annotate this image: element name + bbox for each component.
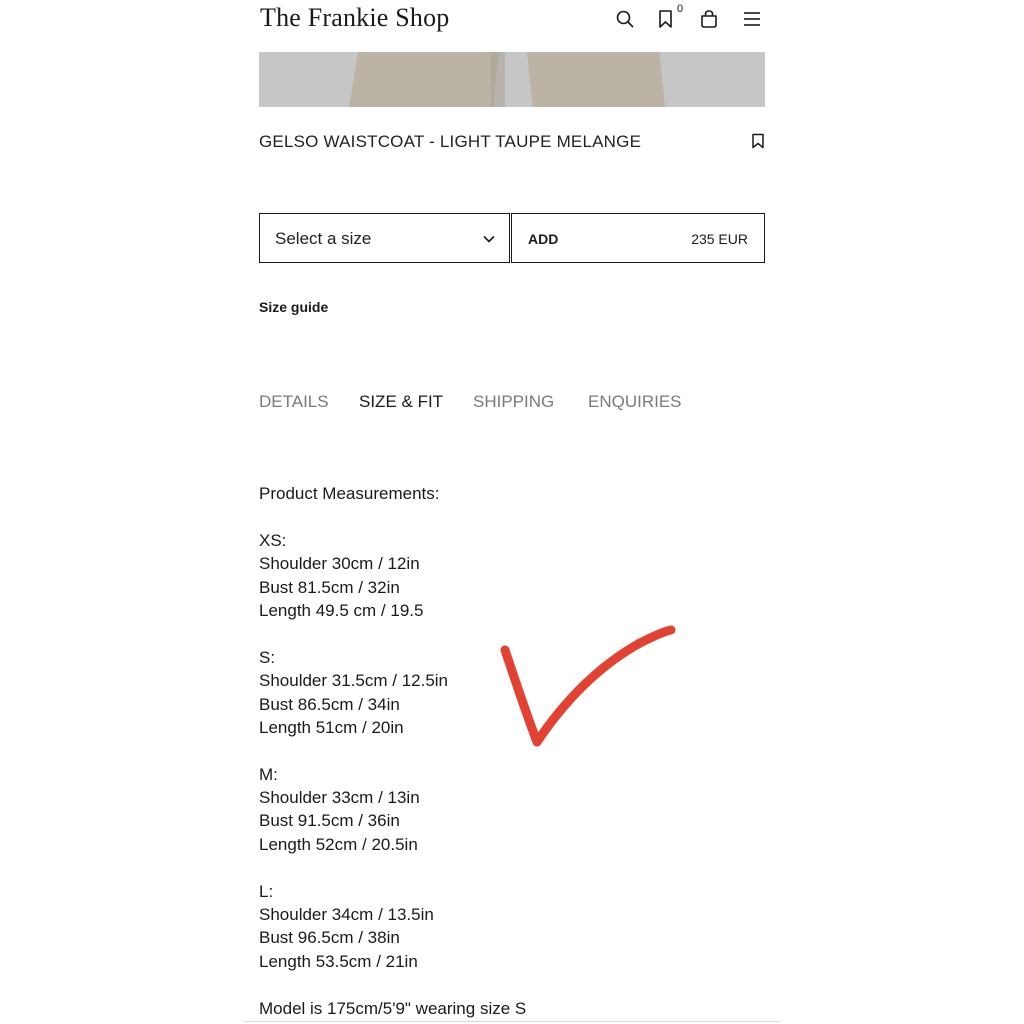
measurement-line: Length 53.5cm / 21in [259,951,418,971]
tab-enquiries[interactable]: ENQUIRIES [588,392,682,412]
size-heading: S: [259,647,276,667]
measurement-line: Shoulder 34cm / 13.5in [259,905,434,925]
measurement-line: Shoulder 31.5cm / 12.5in [259,671,449,691]
measurement-line: Length 52cm / 20.5in [259,834,418,854]
measurement-line: Shoulder 30cm / 12in [259,554,420,574]
chevron-down-icon [481,231,497,247]
bookmark-icon[interactable] [656,9,676,29]
measurement-line: Bust 91.5cm / 36in [259,811,400,831]
size-fit-panel: Product Measurements: XS: Shoulder 30cm … [259,482,526,1020]
size-heading: XS: [259,530,287,550]
wishlist-count: 0 [677,3,684,15]
model-note: Model is 175cm/5'9" wearing size S [259,998,527,1018]
add-label: ADD [528,231,559,247]
bag-icon[interactable] [699,9,719,29]
size-heading: L: [259,881,274,901]
measurement-line: Bust 86.5cm / 34in [259,694,400,714]
tab-size-fit[interactable]: SIZE & FIT [359,392,443,412]
search-icon[interactable] [615,9,635,29]
price: 235 EUR [691,231,748,247]
size-guide-link[interactable]: Size guide [259,299,328,315]
size-select-value: Select a size [275,229,372,248]
product-title: GELSO WAISTCOAT - LIGHT TAUPE MELANGE [259,132,642,151]
tab-details[interactable]: DETAILS [259,392,329,412]
size-select[interactable]: Select a size [259,213,510,263]
measurement-line: Length 49.5 cm / 19.5 [259,600,424,620]
measurement-line: Bust 96.5cm / 38in [259,928,400,948]
measurements-heading: Product Measurements: [259,484,440,503]
size-heading: M: [259,764,278,784]
menu-icon[interactable] [742,9,762,29]
store-logo[interactable]: The Frankie Shop [260,3,450,33]
measurement-line: Shoulder 33cm / 13in [259,788,420,808]
measurement-line: Bust 81.5cm / 32in [259,577,400,597]
divider [244,1021,780,1022]
tab-shipping[interactable]: SHIPPING [473,392,554,412]
add-to-bag-button[interactable]: ADD 235 EUR [511,213,765,263]
save-product-bookmark-icon[interactable] [750,133,766,149]
measurement-line: Length 51cm / 20in [259,717,404,737]
product-image[interactable] [259,52,765,107]
